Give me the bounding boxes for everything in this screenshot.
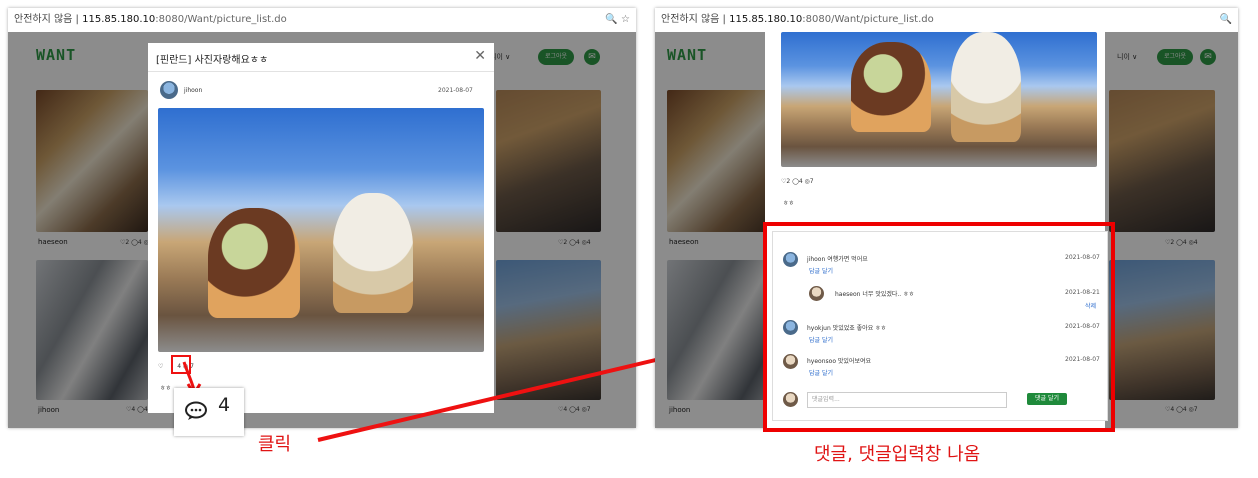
post-photo [158,108,484,352]
address-bar[interactable]: 안전하지 않음 | 115.85.180.10:8080/Want/pictur… [8,8,636,33]
url-text: 안전하지 않음 | 115.85.180.10:8080/Want/pictur… [14,14,287,25]
post-photo [781,32,1097,167]
modal-stats: ♡2 ◯4 ◎7 [781,178,814,185]
post-user[interactable]: jihoon [184,87,202,94]
post-caption: ㅎㅎ [783,200,795,207]
zoom-icon[interactable]: 🔍 [1220,8,1232,32]
comment-section-highlight [763,222,1115,432]
post-caption: ㅎㅎ [160,385,172,392]
close-icon[interactable]: ✕ [474,48,486,64]
post-date: 2021-08-07 [438,87,473,94]
comment-count: 4 [218,394,231,416]
comment-icon [185,401,207,420]
modal-title: [핀란드] 사진자랑해요ㅎㅎ [156,55,269,66]
zoom-icon[interactable]: 🔍 ☆ [605,8,630,32]
click-label: 클릭 [258,434,292,455]
url-text: 안전하지 않음 | 115.85.180.10:8080/Want/pictur… [661,14,934,25]
result-label: 댓글, 댓글입력창 나옴 [814,444,981,465]
address-bar[interactable]: 안전하지 않음 | 115.85.180.10:8080/Want/pictur… [655,8,1238,33]
comment-count-zoom: 4 [174,388,244,436]
divider [148,71,494,72]
avatar [160,81,178,99]
